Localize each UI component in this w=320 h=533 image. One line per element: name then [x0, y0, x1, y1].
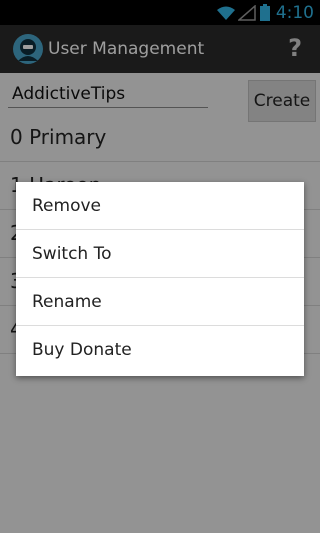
buy-donate-menu-item[interactable]: Buy Donate: [16, 326, 304, 374]
remove-menu-item[interactable]: Remove: [16, 182, 304, 230]
switch-to-menu-item[interactable]: Switch To: [16, 230, 304, 278]
context-menu: Remove Switch To Rename Buy Donate: [16, 182, 304, 376]
rename-menu-item[interactable]: Rename: [16, 278, 304, 326]
